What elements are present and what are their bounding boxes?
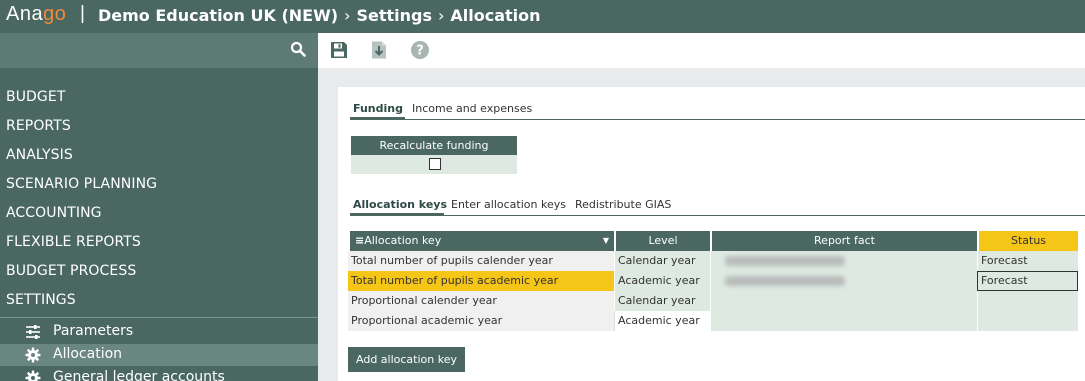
recalculate-funding-checkbox[interactable] <box>429 158 441 170</box>
table-cell-report-fact[interactable] <box>710 291 977 311</box>
sidebar-subitem-general-ledger-accounts[interactable]: General ledger accounts <box>0 367 318 381</box>
search-icon[interactable] <box>290 41 306 57</box>
sidebar-divider <box>0 317 318 318</box>
top-bar: Anago | Demo Education UK (NEW) › Settings… <box>0 0 1085 33</box>
sidebar-item-scenario-planning[interactable]: SCENARIO PLANNING <box>6 176 157 192</box>
table-cell-report-fact[interactable] <box>710 271 977 291</box>
column-header-report-fact[interactable]: Report fact <box>712 231 977 251</box>
sidebar-item-budget-process[interactable]: BUDGET PROCESS <box>6 263 136 279</box>
toolbar: ? <box>318 33 1085 68</box>
sidebar-subitem-label: Parameters <box>53 323 134 339</box>
table-cell-level[interactable]: Calendar year <box>614 251 710 271</box>
column-menu-icon[interactable]: ≡ <box>355 234 364 247</box>
column-header-level[interactable]: Level <box>616 231 710 251</box>
save-icon[interactable] <box>329 40 349 60</box>
breadcrumb-allocation: Allocation <box>450 6 541 25</box>
table-cell-status[interactable]: Forecast <box>977 251 1078 271</box>
chevron-down-icon[interactable]: ▼ <box>603 231 609 251</box>
sidebar-subitem-allocation[interactable]: Allocation <box>0 344 318 366</box>
breadcrumb: Demo Education UK (NEW) › Settings › Allocat… <box>98 6 541 25</box>
sidebar-item-reports[interactable]: REPORTS <box>6 118 71 134</box>
sidebar-item-analysis[interactable]: ANALYSIS <box>6 147 73 163</box>
table-cell-report-fact[interactable] <box>710 311 977 331</box>
gear-icon <box>25 370 41 381</box>
sidebar-search-bar[interactable] <box>0 33 318 68</box>
table-cell-allocation-key[interactable]: Proportional calender year <box>348 291 614 311</box>
breadcrumb-settings[interactable]: Settings <box>356 6 432 25</box>
table-cell-status[interactable] <box>977 311 1078 331</box>
add-allocation-key-button[interactable]: Add allocation key <box>348 347 465 372</box>
sidebar-item-flexible-reports[interactable]: FLEXIBLE REPORTS <box>6 234 141 250</box>
sidebar-subitem-label: General ledger accounts <box>53 369 225 381</box>
table-cell-allocation-key[interactable]: Proportional academic year <box>348 311 614 331</box>
breadcrumb-arrow: › <box>438 6 445 25</box>
tab-redistribute-gias[interactable]: Redistribute GIAS <box>575 198 671 211</box>
table-cell-report-fact[interactable] <box>710 251 977 271</box>
sidebar: BUDGET REPORTS ANALYSIS SCENARIO PLANNIN… <box>0 33 318 381</box>
sidebar-item-accounting[interactable]: ACCOUNTING <box>6 205 102 221</box>
blurred-value <box>725 256 845 266</box>
recalculate-funding-cell <box>351 155 517 174</box>
anago-logo[interactable]: Anago <box>6 3 66 26</box>
sliders-icon <box>26 325 40 339</box>
tab-funding[interactable]: Funding <box>353 102 403 115</box>
sidebar-subitem-label: Allocation <box>53 346 123 362</box>
gear-icon <box>25 347 41 363</box>
logo-separator: | <box>80 3 85 24</box>
tab-enter-allocation-keys[interactable]: Enter allocation keys <box>451 198 566 211</box>
svg-text:?: ? <box>416 44 424 59</box>
sidebar-item-settings[interactable]: SETTINGS <box>6 292 76 308</box>
column-header-status[interactable]: Status <box>979 231 1078 251</box>
download-icon[interactable] <box>369 40 389 60</box>
breadcrumb-arrow: › <box>344 6 351 25</box>
table-cell-level[interactable]: Academic year <box>614 311 710 331</box>
table-cell-allocation-key[interactable]: Total number of pupils academic year <box>348 271 614 291</box>
table-cell-level[interactable]: Calendar year <box>614 291 710 311</box>
table-cell-status[interactable] <box>977 291 1078 311</box>
table-cell-level[interactable]: Academic year <box>614 271 710 291</box>
tab-divider <box>350 215 1085 216</box>
breadcrumb-company[interactable]: Demo Education UK (NEW) <box>98 6 338 25</box>
column-header-allocation-key[interactable]: ≡Allocation key ▼ <box>350 231 614 251</box>
table-cell-allocation-key[interactable]: Total number of pupils calender year <box>348 251 614 271</box>
tab-income-and-expenses[interactable]: Income and expenses <box>412 102 532 115</box>
tab-allocation-keys[interactable]: Allocation keys <box>353 198 447 211</box>
sidebar-item-budget[interactable]: BUDGET <box>6 89 65 105</box>
tab-divider <box>350 119 1085 120</box>
recalculate-funding-header: Recalculate funding <box>351 136 517 155</box>
help-icon[interactable]: ? <box>410 40 430 60</box>
blurred-value <box>725 276 845 286</box>
sidebar-subitem-parameters[interactable]: Parameters <box>0 321 318 343</box>
table-cell-status-selected[interactable]: Forecast <box>977 271 1078 291</box>
